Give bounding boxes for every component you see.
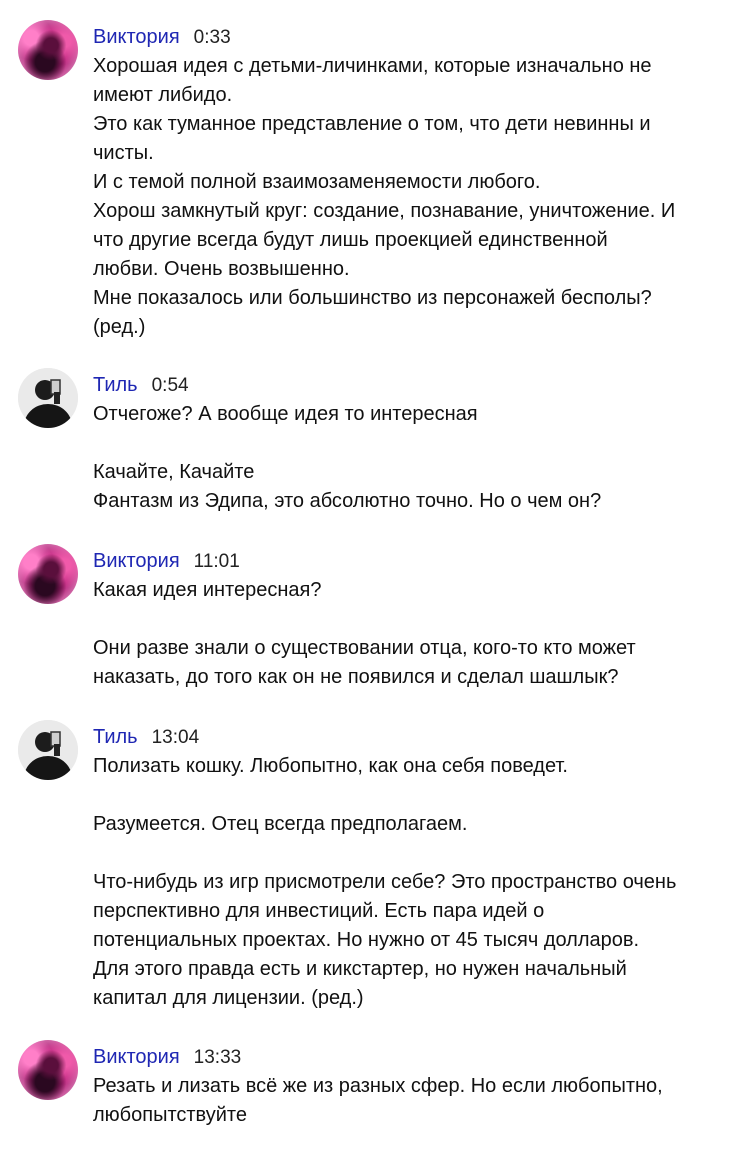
- message-line: И с темой полной взаимозаменяемости любо…: [93, 171, 541, 193]
- message-line: любви. Очень возвышенно.: [93, 258, 350, 280]
- message-time: 0:33: [193, 27, 231, 48]
- edited-label: (ред.): [93, 316, 146, 338]
- message-line: любопытствуйте: [93, 1104, 247, 1126]
- message-line: чисты.: [93, 142, 154, 164]
- message-header: Виктория 13:33: [93, 1042, 738, 1072]
- message-line: капитал для лицензии. (ред.): [93, 987, 364, 1009]
- message-line: Качайте, Качайте: [93, 461, 255, 483]
- message-time: 13:33: [193, 1047, 242, 1068]
- message-line: Разумеется. Отец всегда предполагаем.: [93, 813, 468, 835]
- author-name[interactable]: Тиль: [93, 722, 138, 752]
- message-time: 0:54: [151, 375, 189, 396]
- avatar[interactable]: [18, 1040, 78, 1100]
- message-line: Какая идея интересная?: [93, 579, 322, 601]
- avatar[interactable]: [18, 720, 78, 780]
- message-line: Полизать кошку. Любопытно, как она себя …: [93, 755, 568, 777]
- message-time: 11:01: [193, 551, 240, 572]
- author-name[interactable]: Виктория: [93, 1042, 180, 1072]
- message-line: Хорошая идея с детьми-личинками, которые…: [93, 55, 652, 77]
- person-photo-icon: [18, 720, 78, 780]
- message-line: наказать, до того как он не появился и с…: [93, 666, 619, 688]
- message-time: 13:04: [151, 727, 200, 748]
- avatar[interactable]: [18, 20, 78, 80]
- person-photo-icon: [18, 368, 78, 428]
- message-line: Они разве знали о существовании отца, ко…: [93, 637, 636, 659]
- avatar[interactable]: [18, 544, 78, 604]
- message-line: Что-нибудь из игр присмотрели себе? Это …: [93, 871, 677, 893]
- message-line: что другие всегда будут лишь проекцией е…: [93, 229, 608, 251]
- message-line: Мне показалось или большинство из персон…: [93, 287, 652, 309]
- message-header: Тиль 0:54: [93, 370, 738, 400]
- message-header: Виктория 11:01: [93, 546, 738, 576]
- message-line: перспективно для инвестиций. Есть пара и…: [93, 900, 545, 922]
- chat-thread: Виктория 0:33 Хорошая идея с детьми-личи…: [0, 0, 750, 1154]
- message-line: Отчегоже? А вообще идея то интересная: [93, 403, 478, 425]
- message-line: Фантазм из Эдипа, это абсолютно точно. Н…: [93, 490, 602, 512]
- author-name[interactable]: Виктория: [93, 22, 180, 52]
- message-line: Хорош замкнутый круг: создание, познаван…: [93, 200, 676, 222]
- author-name[interactable]: Тиль: [93, 370, 138, 400]
- message-line: Резать и лизать всё же из разных сфер. Н…: [93, 1075, 663, 1097]
- message-header: Виктория 0:33: [93, 22, 738, 52]
- author-name[interactable]: Виктория: [93, 546, 180, 576]
- message-line: Это как туманное представление о том, чт…: [93, 113, 651, 135]
- avatar[interactable]: [18, 368, 78, 428]
- message-header: Тиль 13:04: [93, 722, 738, 752]
- message-line: потенциальных проектах. Но нужно от 45 т…: [93, 929, 640, 951]
- message-line: имеют либидо.: [93, 84, 233, 106]
- message-line: Для этого правда есть и кикстартер, но н…: [93, 958, 627, 980]
